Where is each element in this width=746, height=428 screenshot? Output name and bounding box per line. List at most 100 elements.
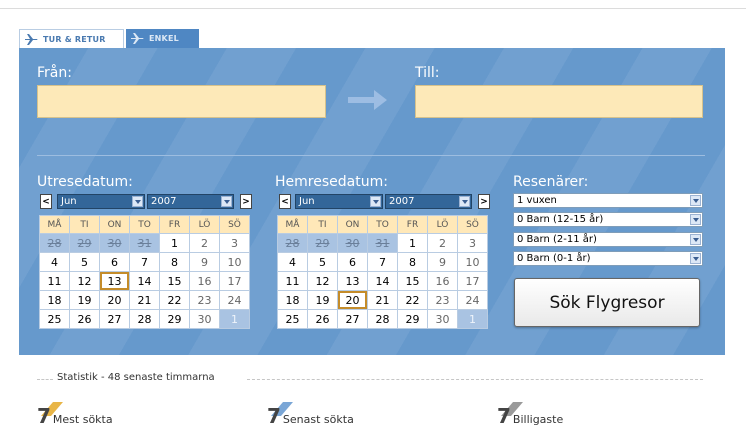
outbound-label: Utresedatum: [37,174,133,190]
calendar-day[interactable]: 9 [427,252,458,272]
calendar-day[interactable]: 8 [397,252,428,272]
calendar-day[interactable]: 21 [129,290,160,310]
outbound-next-month-button[interactable]: > [240,194,252,209]
children-12-15-select[interactable]: 0 Barn (12-15 år) [513,212,703,227]
calendar-day[interactable]: 26 [69,309,100,329]
calendar-day[interactable]: 28 [367,309,398,329]
calendar-day[interactable]: 30 [427,309,458,329]
calendar-day[interactable]: 14 [129,271,160,291]
calendar-day[interactable]: 21 [367,290,398,310]
calendar-day[interactable]: 2 [427,233,458,253]
search-flights-button[interactable]: Sök Flygresor [514,278,700,327]
chevron-down-icon [459,196,470,207]
calendar-day[interactable]: 18 [277,290,308,310]
calendar-day[interactable]: 27 [337,309,368,329]
weekday-header: FR [397,215,428,234]
chevron-down-icon [690,214,701,225]
calendar-day[interactable]: 17 [219,271,250,291]
outbound-prev-month-button[interactable]: < [40,194,52,209]
calendar-day[interactable]: 1 [397,233,428,253]
calendar-day[interactable]: 26 [307,309,338,329]
calendar-day[interactable]: 10 [219,252,250,272]
calendar-day[interactable]: 6 [337,252,368,272]
calendar-day[interactable]: 5 [69,252,100,272]
infants-select[interactable]: 0 Barn (0-1 år) [513,251,703,266]
adults-value: 1 vuxen [517,195,557,206]
stat-most-searched[interactable]: 7 Mest sökta [37,402,113,426]
stats-divider-right [247,379,703,381]
return-month-value: Jun [299,196,315,207]
calendar-day[interactable]: 3 [457,233,488,253]
calendar-day[interactable]: 18 [39,290,70,310]
return-prev-month-button[interactable]: < [279,194,291,209]
calendar-day[interactable]: 30 [189,309,220,329]
calendar-day[interactable]: 7 [129,252,160,272]
from-input[interactable] [37,85,326,118]
calendar-day[interactable]: 11 [39,271,70,291]
arrow-right-icon [348,90,387,110]
calendar-day[interactable]: 15 [159,271,190,291]
calendar-day[interactable]: 29 [397,309,428,329]
tab-round-trip-label: TUR & RETUR [43,34,106,44]
tab-round-trip[interactable]: TUR & RETUR [19,29,124,48]
calendar-day[interactable]: 24 [219,290,250,310]
calendar-day[interactable]: 13 [337,271,368,291]
weekday-header: SÖ [457,215,488,234]
stat-cheapest[interactable]: 7 Billigaste [497,402,563,426]
outbound-month-select[interactable]: Jun [57,194,145,209]
weekday-header: TO [367,215,398,234]
tab-one-way-label: ENKEL [149,34,179,43]
weekday-header: SÖ [219,215,250,234]
calendar-day-selected[interactable]: 20 [337,290,368,310]
calendar-day[interactable]: 5 [307,252,338,272]
tab-one-way[interactable]: ENKEL [126,29,199,48]
return-month-select[interactable]: Jun [295,194,383,209]
calendar-day[interactable]: 6 [99,252,130,272]
calendar-day[interactable]: 12 [307,271,338,291]
calendar-day[interactable]: 8 [159,252,190,272]
children-2-11-select[interactable]: 0 Barn (2-11 år) [513,232,703,247]
calendar-day[interactable]: 19 [69,290,100,310]
calendar-day[interactable]: 1 [159,233,190,253]
chevron-down-icon [690,195,701,206]
outbound-year-select[interactable]: 2007 [147,194,234,209]
calendar-day[interactable]: 3 [219,233,250,253]
calendar-day-other-month: 30 [99,233,130,253]
calendar-day[interactable]: 23 [427,290,458,310]
calendar-day[interactable]: 25 [39,309,70,329]
calendar-day[interactable]: 22 [159,290,190,310]
weekday-header: TO [129,215,160,234]
calendar-day[interactable]: 28 [129,309,160,329]
calendar-day[interactable]: 14 [367,271,398,291]
return-next-month-button[interactable]: > [478,194,490,209]
chevron-down-icon [690,234,701,245]
calendar-day[interactable]: 4 [277,252,308,272]
calendar-day[interactable]: 4 [39,252,70,272]
calendar-day[interactable]: 16 [427,271,458,291]
calendar-day-other-month: 31 [129,233,160,253]
calendar-day[interactable]: 2 [189,233,220,253]
calendar-day[interactable]: 12 [69,271,100,291]
calendar-day[interactable]: 9 [189,252,220,272]
calendar-day[interactable]: 7 [367,252,398,272]
return-year-select[interactable]: 2007 [385,194,472,209]
calendar-day[interactable]: 19 [307,290,338,310]
calendar-day-selected[interactable]: 13 [99,271,130,291]
calendar-day[interactable]: 10 [457,252,488,272]
adults-select[interactable]: 1 vuxen [513,193,703,208]
calendar-day[interactable]: 22 [397,290,428,310]
weekday-header: ON [99,215,130,234]
calendar-day[interactable]: 15 [397,271,428,291]
calendar-day[interactable]: 17 [457,271,488,291]
calendar-day[interactable]: 20 [99,290,130,310]
calendar-day[interactable]: 27 [99,309,130,329]
calendar-day[interactable]: 29 [159,309,190,329]
calendar-day[interactable]: 24 [457,290,488,310]
calendar-day[interactable]: 16 [189,271,220,291]
calendar-day[interactable]: 23 [189,290,220,310]
stat-number: 7 [267,404,281,428]
calendar-day[interactable]: 11 [277,271,308,291]
calendar-day[interactable]: 25 [277,309,308,329]
stat-recently-searched[interactable]: 7 Senast sökta [267,402,354,428]
to-input[interactable] [415,85,703,118]
